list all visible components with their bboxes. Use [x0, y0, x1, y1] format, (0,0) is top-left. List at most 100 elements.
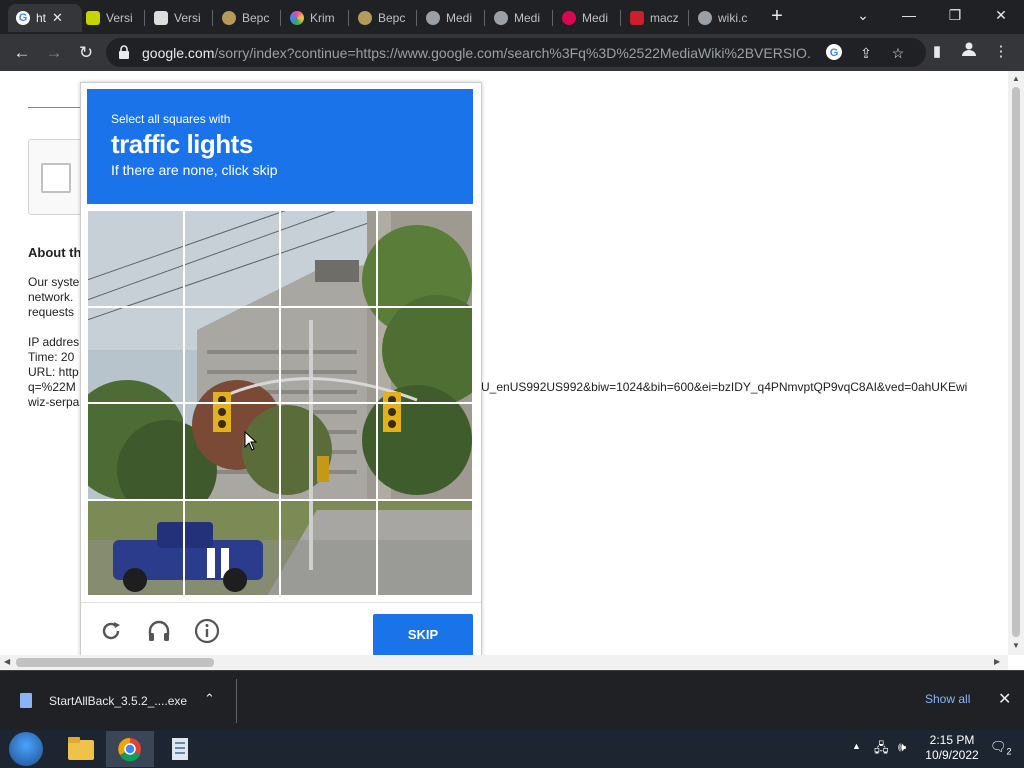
captcha-tile[interactable] [183, 403, 280, 500]
captcha-tile[interactable] [183, 210, 280, 307]
captcha-tile[interactable] [376, 306, 473, 403]
new-tab-button[interactable]: + [767, 4, 787, 30]
audio-challenge-icon[interactable] [145, 617, 173, 645]
svg-text:G: G [830, 47, 839, 59]
action-center-icon[interactable]: 🗨2 [990, 739, 1012, 757]
captcha-tile[interactable] [87, 210, 184, 307]
share-icon[interactable]: ⇪ [856, 43, 876, 63]
reload-icon[interactable]: ↻ [73, 40, 99, 66]
scroll-up-icon[interactable]: ▲ [1012, 74, 1020, 83]
captcha-tile[interactable] [280, 306, 377, 403]
vertical-scroll-thumb[interactable] [1012, 87, 1020, 637]
horizontal-scroll-thumb[interactable] [16, 658, 214, 667]
paragraph-line: network. [28, 290, 74, 304]
divider [236, 679, 237, 723]
tab-close-icon[interactable]: ✕ [52, 10, 63, 26]
volume-icon[interactable]: 🕪 [898, 739, 906, 755]
file-icon [20, 693, 32, 708]
page-content: About th Our syste network. requests IP … [0, 71, 1008, 655]
tab-strip: G ht ✕ Versi Versi Верс Krim Верс Medi M… [0, 0, 1024, 34]
menu-kebab-icon[interactable]: ⋮ [990, 41, 1012, 63]
captcha-tile[interactable] [280, 403, 377, 500]
colorwheel-icon [290, 11, 304, 25]
network-icon[interactable]: 🖧 [874, 739, 889, 761]
captcha-tile[interactable] [183, 499, 280, 596]
start-button[interactable] [9, 732, 43, 766]
notepad-icon[interactable] [156, 731, 204, 767]
captcha-tile[interactable] [280, 499, 377, 596]
horizontal-scrollbar[interactable]: ◀ ▶ [0, 655, 1008, 670]
tab-vers-2[interactable]: Верс [358, 4, 414, 32]
mediawiki-n-icon [154, 11, 168, 25]
tab-label: Krim [310, 11, 335, 25]
divider [28, 107, 88, 108]
tab-macz[interactable]: macz [630, 4, 686, 32]
globe-icon [494, 11, 508, 25]
profile-icon[interactable] [958, 41, 980, 63]
show-hidden-icons-icon[interactable]: ▲ [852, 741, 861, 751]
scroll-right-icon[interactable]: ▶ [994, 657, 1000, 666]
show-all-button[interactable]: Show all [925, 692, 970, 706]
tab-krim[interactable]: Krim [290, 4, 346, 32]
reload-challenge-icon[interactable] [97, 617, 125, 645]
recaptcha-checkbox[interactable] [41, 163, 71, 193]
macz-icon [630, 11, 644, 25]
tile-grid [87, 210, 473, 596]
chevron-up-icon[interactable]: ⌃ [204, 691, 215, 707]
scroll-left-icon[interactable]: ◀ [4, 657, 10, 666]
info-line: q=%22M [28, 380, 76, 394]
ornament-icon [358, 11, 372, 25]
tab-label: Versi [106, 11, 133, 25]
captcha-tile[interactable] [87, 499, 184, 596]
tab-label: Верс [378, 11, 406, 25]
chrome-icon[interactable] [106, 731, 154, 767]
tab-vers-1[interactable]: Верс [222, 4, 278, 32]
tab-label: Medi [514, 11, 541, 25]
file-explorer-icon[interactable] [56, 731, 104, 767]
captcha-tile[interactable] [87, 403, 184, 500]
captcha-tile[interactable] [376, 499, 473, 596]
tab-medi-2[interactable]: Medi [494, 4, 550, 32]
tab-google-sorry[interactable]: G ht ✕ [8, 4, 82, 32]
captcha-tile[interactable] [376, 210, 473, 307]
google-lens-icon[interactable]: G [824, 43, 844, 63]
address-bar[interactable]: google.com/sorry/index?continue=https://… [106, 38, 926, 67]
captcha-target: traffic lights [111, 129, 253, 159]
globe-icon [426, 11, 440, 25]
bookmark-star-icon[interactable]: ☆ [888, 43, 908, 63]
vertical-scrollbar[interactable]: ▲ ▼ [1008, 71, 1024, 655]
tab-medi-3[interactable]: Medi [562, 4, 618, 32]
info-line: URL: http [28, 365, 79, 379]
captcha-footer: SKIP [81, 602, 481, 655]
tab-medi-1[interactable]: Medi [426, 4, 482, 32]
system-clock[interactable]: 2:15 PM 10/9/2022 [922, 733, 982, 763]
tab-label: Medi [446, 11, 473, 25]
side-panel-icon[interactable]: ▮ [926, 41, 948, 63]
info-icon[interactable] [193, 617, 221, 645]
captcha-tile[interactable] [376, 403, 473, 500]
tab-label: Versi [174, 11, 201, 25]
tab-versi-1[interactable]: Versi [86, 4, 142, 32]
clock-date: 10/9/2022 [925, 748, 979, 762]
download-filename[interactable]: StartAllBack_3.5.2_....exe [49, 694, 187, 708]
tab-search-chevron-icon[interactable]: ⌄ [848, 2, 878, 28]
url-text[interactable]: google.com/sorry/index?continue=https://… [142, 45, 812, 61]
debian-icon [562, 11, 576, 25]
tab-wiki[interactable]: wiki.c [698, 4, 754, 32]
forward-icon[interactable]: → [41, 40, 67, 66]
tab-versi-2[interactable]: Versi [154, 4, 210, 32]
back-icon[interactable]: ← [9, 40, 35, 66]
minimize-icon[interactable]: — [894, 2, 924, 28]
close-window-icon[interactable]: ✕ [986, 2, 1016, 28]
captcha-tile[interactable] [280, 210, 377, 307]
tab-label: macz [650, 11, 679, 25]
restore-icon[interactable]: ❐ [940, 2, 970, 28]
close-icon[interactable]: ✕ [998, 689, 1011, 709]
notification-count: 2 [1006, 746, 1012, 757]
skip-button[interactable]: SKIP [373, 614, 473, 655]
captcha-tile[interactable] [183, 306, 280, 403]
tab-label: Верс [242, 11, 270, 25]
lock-icon [119, 45, 129, 59]
scroll-down-icon[interactable]: ▼ [1012, 641, 1020, 650]
captcha-tile[interactable] [87, 306, 184, 403]
